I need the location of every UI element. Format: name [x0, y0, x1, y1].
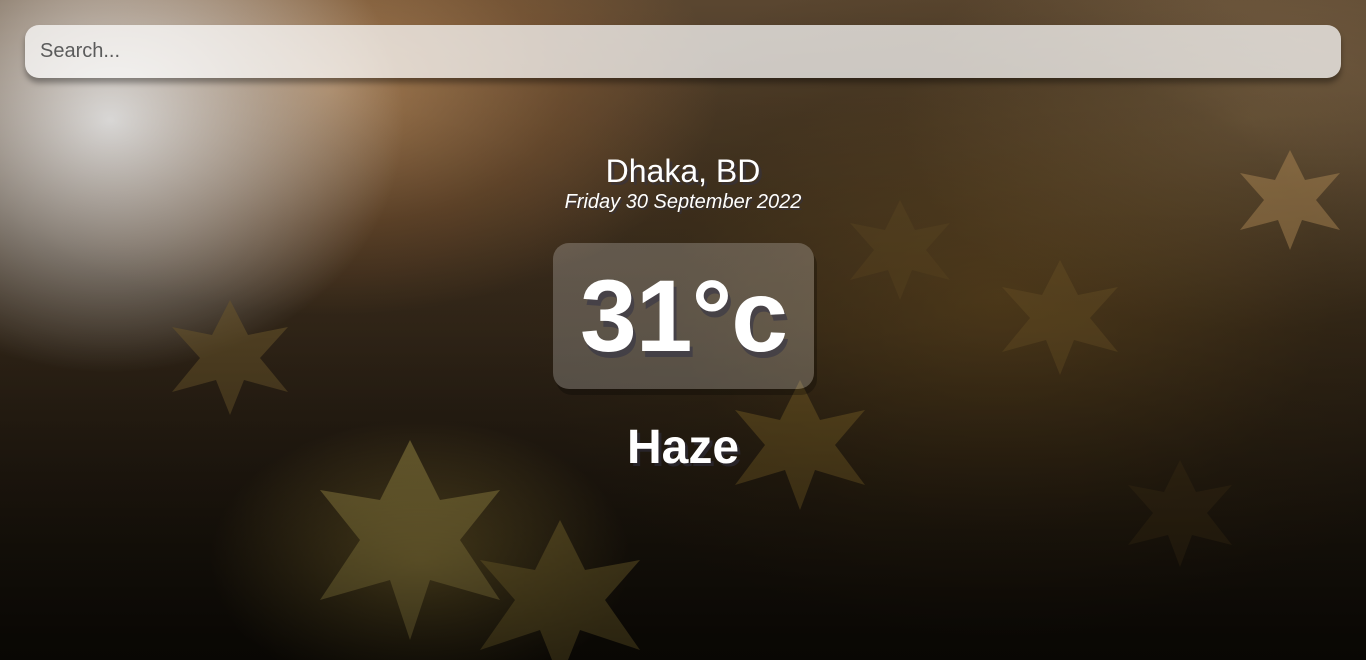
- temperature-value: 31°c: [580, 259, 788, 373]
- location-name: Dhaka, BD: [605, 153, 761, 189]
- weather-condition: Haze: [626, 421, 740, 474]
- location-box: Dhaka, BD Friday 30 September 2022: [0, 152, 1366, 214]
- search-input[interactable]: [25, 25, 1341, 78]
- current-date: Friday 30 September 2022: [564, 191, 802, 213]
- temperature-box: 31°c: [553, 243, 814, 389]
